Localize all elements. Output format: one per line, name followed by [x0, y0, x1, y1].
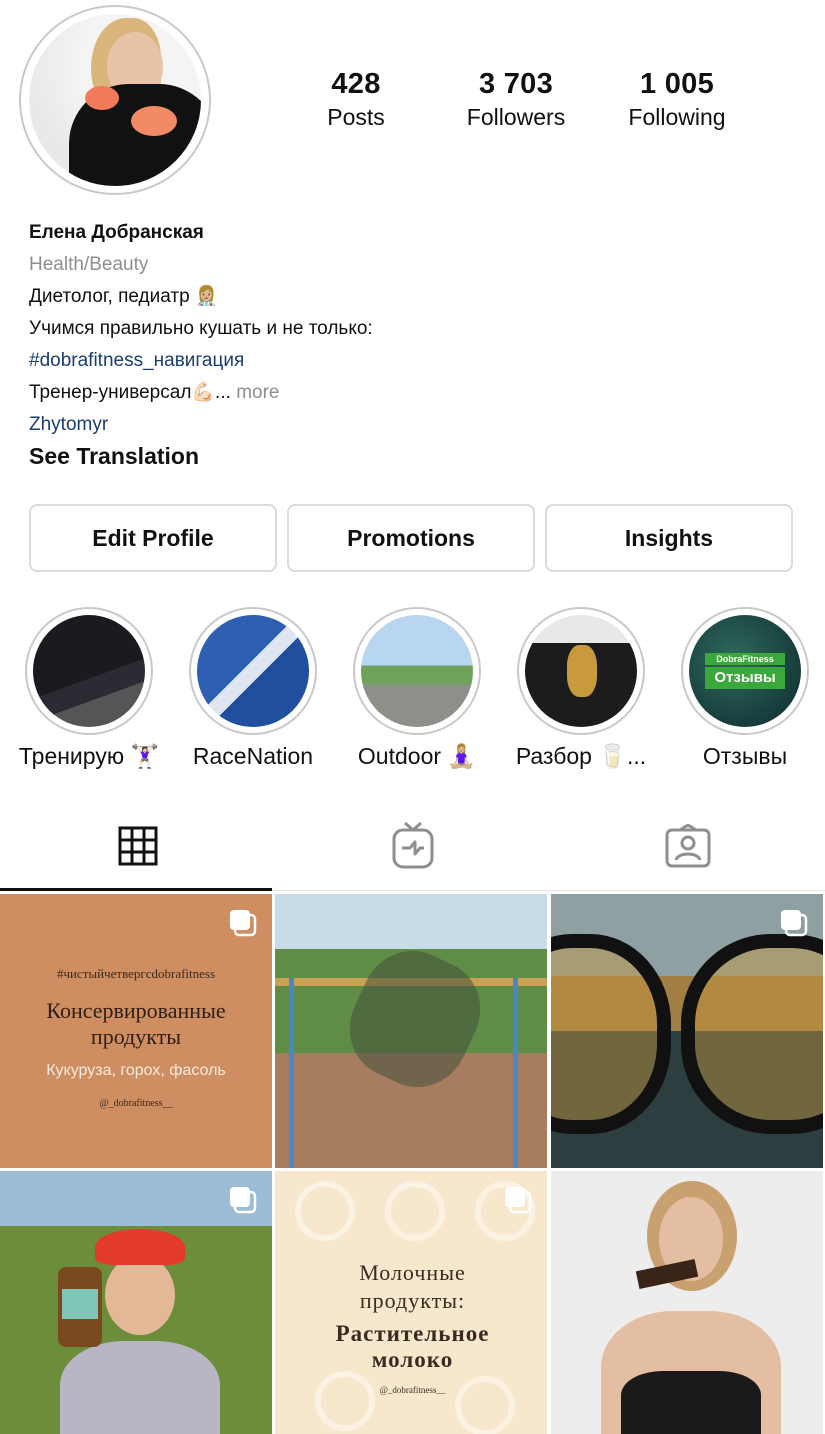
- bio-more-link[interactable]: more: [236, 382, 279, 403]
- followers-stat[interactable]: 3 703 Followers: [446, 66, 586, 132]
- active-tab-indicator: [0, 888, 272, 891]
- post-tile[interactable]: [551, 1171, 823, 1434]
- post-handle: @_dobrafitness__: [379, 1385, 446, 1395]
- post-title: Молочные продукты:: [275, 1259, 547, 1315]
- post-title-line: продукты:: [359, 1288, 466, 1313]
- highlight-ring: [353, 607, 481, 735]
- pattern-circle: [295, 1181, 355, 1241]
- post-tile[interactable]: [275, 894, 547, 1168]
- promotions-button[interactable]: Promotions: [287, 504, 535, 572]
- tagged-icon: [665, 824, 710, 868]
- sunglasses-lens: [551, 934, 671, 1134]
- post-tile[interactable]: [0, 1171, 272, 1434]
- see-translation-link[interactable]: See Translation: [29, 441, 809, 471]
- post-title-line: Молочные: [359, 1260, 466, 1285]
- highlight-cover: [33, 615, 145, 727]
- pattern-circle: [315, 1371, 375, 1431]
- bio-hashtag-link[interactable]: #dobrafitness_навигация: [29, 345, 809, 377]
- person-face: [105, 1255, 175, 1335]
- story-highlight[interactable]: Тренирую 🏋🏻‍♀️: [7, 607, 171, 770]
- insights-button[interactable]: Insights: [545, 504, 793, 572]
- carousel-icon: [781, 910, 808, 937]
- carousel-icon: [505, 1187, 532, 1214]
- post-subtitle: Кукуруза, горох, фасоль: [46, 1062, 226, 1079]
- bio-line: Тренер-универсал💪🏻...: [29, 382, 231, 403]
- profile-tabs: [0, 800, 825, 892]
- post-title-line: молоко: [371, 1347, 454, 1372]
- posts-label: Posts: [327, 104, 385, 130]
- carousel-icon: [230, 910, 257, 937]
- highlight-label: Отзывы: [702, 743, 788, 769]
- red-cap: [95, 1229, 185, 1265]
- post-handle: @_dobrafitness__: [99, 1098, 173, 1109]
- avatar-grapefruit: [85, 86, 119, 110]
- posts-stat[interactable]: 428 Posts: [306, 66, 406, 132]
- following-count: 1 005: [639, 68, 715, 100]
- bio-line-truncated: Тренер-универсал💪🏻... more: [29, 377, 809, 409]
- highlight-cover: [197, 615, 309, 727]
- following-label: Following: [628, 104, 726, 130]
- profile-category: Health/Beauty: [29, 254, 149, 275]
- highlight-badge-main: Отзывы: [705, 667, 785, 689]
- pineapple: [567, 645, 597, 697]
- highlight-label: Outdoor 🧘🏼‍♀️: [357, 743, 477, 769]
- post-title: Консервированные продукты: [46, 998, 226, 1049]
- tab-igtv[interactable]: [275, 800, 550, 892]
- igtv-icon: [392, 822, 433, 869]
- bar-pole: [513, 978, 518, 1168]
- highlight-label: Тренирую 🏋🏻‍♀️: [18, 743, 160, 769]
- story-highlight[interactable]: RaceNation: [171, 607, 335, 770]
- followers-label: Followers: [466, 104, 566, 130]
- highlight-ring: DobraFitness Отзывы: [681, 607, 809, 735]
- tab-tagged[interactable]: [550, 800, 825, 892]
- edit-profile-button[interactable]: Edit Profile: [29, 504, 277, 572]
- highlight-badge-top: DobraFitness: [705, 653, 785, 665]
- followers-count: 3 703: [478, 68, 554, 100]
- tabs-divider: [272, 890, 825, 891]
- story-highlight[interactable]: Outdoor 🧘🏼‍♀️: [335, 607, 499, 770]
- carousel-icon: [230, 1187, 257, 1214]
- profile-avatar[interactable]: [29, 14, 201, 186]
- highlight-ring: [25, 607, 153, 735]
- post-tile[interactable]: #чистыйчетвергсdobrafitness Консервирова…: [0, 894, 272, 1168]
- profile-name: Елена Добранская: [29, 222, 204, 243]
- post-title-line: Растительное: [335, 1321, 490, 1346]
- post-tile[interactable]: [551, 894, 823, 1168]
- highlight-cover: DobraFitness Отзывы: [689, 615, 801, 727]
- sunglasses-lens: [681, 934, 823, 1134]
- tab-posts-grid[interactable]: [0, 800, 275, 892]
- bottle-label: [62, 1289, 98, 1319]
- bar-pole: [289, 978, 294, 1168]
- avatar-grapefruit: [131, 106, 177, 136]
- highlight-label: RaceNation: [192, 743, 314, 769]
- pattern-circle: [385, 1181, 445, 1241]
- profile-bio: Елена Добранская Health/Beauty Диетолог,…: [29, 217, 809, 471]
- highlight-label: Разбор 🥛...: [515, 743, 647, 769]
- following-stat[interactable]: 1 005 Following: [612, 66, 742, 132]
- hanging-person: [333, 934, 497, 1104]
- bio-line: Диетолог, педиатр 👩🏼‍⚕️: [29, 286, 219, 307]
- highlight-cover: [525, 615, 637, 727]
- bio-line: Учимся правильно кушать и не только:: [29, 318, 373, 339]
- person-top: [621, 1371, 761, 1434]
- highlight-ring: [517, 607, 645, 735]
- highlight-cover: [361, 615, 473, 727]
- profile-location-link[interactable]: Zhytomyr: [29, 409, 809, 441]
- story-highlight[interactable]: Разбор 🥛...: [499, 607, 663, 770]
- highlight-ring: [189, 607, 317, 735]
- story-highlight[interactable]: DobraFitness Отзывы Отзывы: [663, 607, 825, 770]
- post-subtitle: Растительное молоко: [275, 1321, 547, 1373]
- post-tile[interactable]: Молочные продукты: Растительное молоко @…: [275, 1171, 547, 1434]
- posts-count: 428: [331, 68, 381, 100]
- person-shirt: [60, 1341, 220, 1434]
- grid-icon: [118, 826, 157, 866]
- post-hashtag: #чистыйчетвергсdobrafitness: [56, 966, 216, 981]
